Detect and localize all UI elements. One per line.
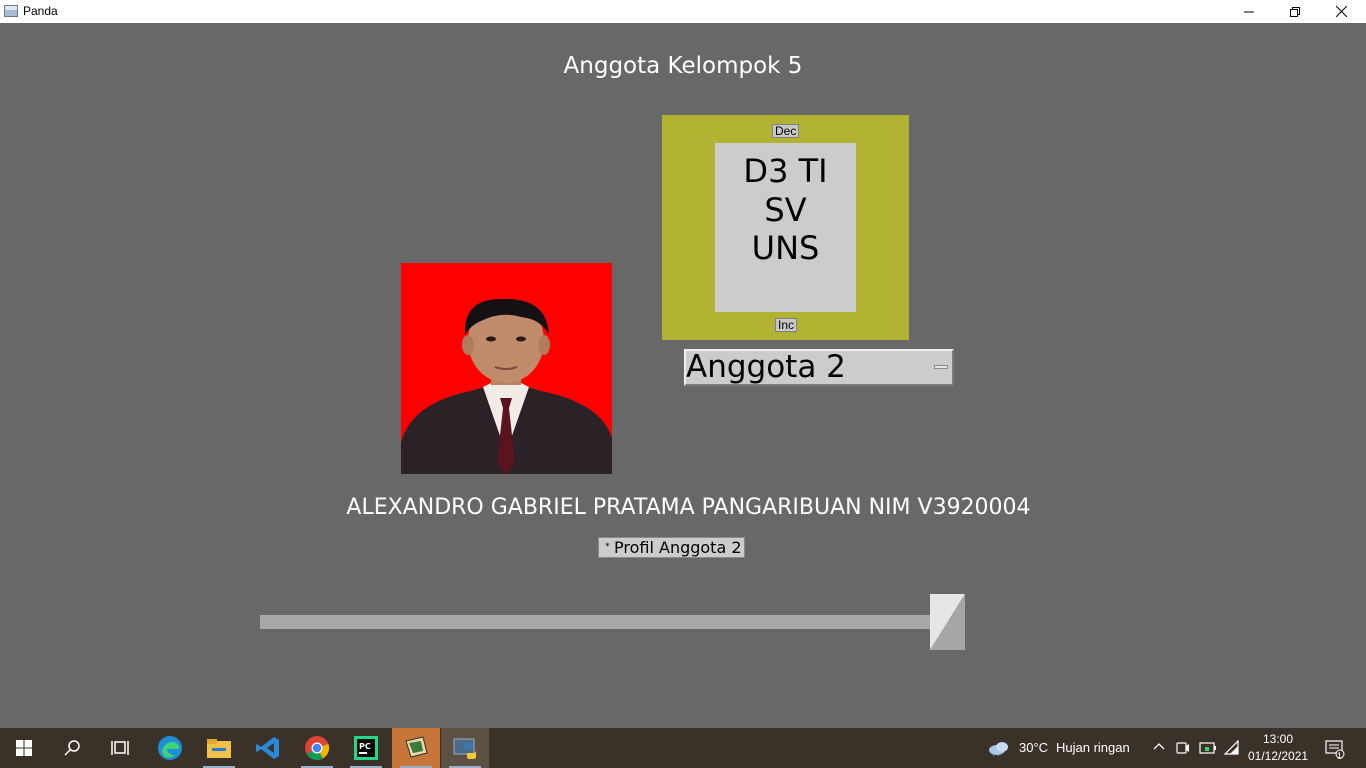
chevron-up-icon[interactable] (1153, 742, 1165, 750)
decrement-button[interactable]: Dec (772, 124, 800, 138)
start-icon (16, 740, 32, 756)
member-info-label: ALEXANDRO GABRIEL PRATAMA PANGARIBUAN NI… (346, 495, 1031, 520)
portrait-image (401, 263, 612, 474)
weather-icon[interactable] (988, 740, 1010, 756)
taskbar: PC (0, 728, 1366, 768)
close-button[interactable] (1318, 0, 1364, 23)
panda3d-icon (405, 736, 428, 758)
text-line: UNS (751, 229, 820, 267)
wifi-icon[interactable] (1224, 740, 1240, 756)
app-icon (4, 5, 18, 17)
scrolled-text-frame: Dec D3 TI SV UNS Inc (662, 115, 909, 340)
task-view-icon (111, 741, 129, 755)
checkbox-label: Profil Anggota 2 (614, 538, 742, 557)
restore-button[interactable] (1272, 0, 1318, 23)
clock-date: 01/12/2021 (1248, 749, 1309, 763)
taskbar-panda3d[interactable] (392, 728, 440, 768)
search-icon (64, 740, 80, 756)
minimize-icon (1244, 11, 1254, 12)
text-line: SV (764, 190, 807, 229)
vscode-icon (256, 737, 279, 759)
slider-thumb[interactable] (930, 594, 965, 650)
taskbar-pycharm[interactable]: PC (342, 728, 390, 768)
taskbar-vscode[interactable] (244, 728, 292, 768)
edge-icon (158, 736, 182, 760)
taskbar-chrome[interactable] (293, 728, 341, 768)
minimize-button[interactable] (1226, 0, 1272, 23)
text-line: D3 TI (743, 152, 828, 190)
member-option-menu[interactable]: Anggota 2 (684, 349, 954, 386)
taskbar-edge[interactable] (146, 728, 194, 768)
window-titlebar: Panda (0, 0, 1366, 23)
meet-now-icon[interactable] (1176, 740, 1190, 756)
start-button[interactable] (0, 728, 48, 768)
window-title: Panda (23, 4, 58, 18)
task-view-button[interactable] (96, 728, 144, 768)
dropdown-indicator-icon (934, 365, 948, 369)
slider-track[interactable] (260, 615, 965, 629)
notification-count: 1 (1337, 751, 1343, 761)
chrome-icon (305, 736, 330, 761)
increment-button[interactable]: Inc (775, 318, 798, 332)
close-icon (1335, 6, 1347, 17)
python-icon (453, 738, 476, 759)
slider-thumb-icon (930, 594, 965, 650)
checkbox-mark-icon: * (605, 542, 610, 552)
weather-description[interactable]: Hujan ringan (1056, 740, 1130, 755)
taskbar-python[interactable] (441, 728, 489, 768)
page-title: Anggota Kelompok 5 (563, 53, 803, 79)
taskbar-file-explorer[interactable] (195, 728, 243, 768)
member-photo (401, 263, 612, 474)
weather-temperature[interactable]: 30°C (1019, 740, 1048, 755)
option-menu-selected: Anggota 2 (686, 349, 846, 385)
profile-checkbox[interactable]: * Profil Anggota 2 (598, 537, 745, 558)
text-panel: D3 TI SV UNS (715, 143, 856, 312)
search-button[interactable] (48, 728, 96, 768)
svg-text:PC: PC (359, 742, 371, 751)
pycharm-icon: PC (354, 736, 378, 760)
battery-icon[interactable] (1199, 741, 1217, 755)
file-explorer-icon (207, 739, 231, 758)
restore-icon (1290, 6, 1300, 17)
taskbar-clock[interactable]: 13:00 01/12/2021 (1248, 731, 1308, 765)
clock-time: 13:00 (1262, 732, 1294, 746)
